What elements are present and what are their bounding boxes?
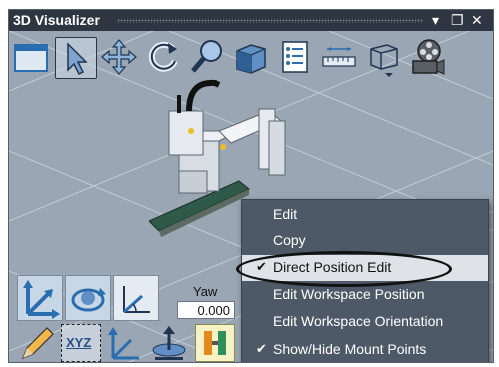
maximize-icon[interactable]: ❐ — [451, 12, 464, 29]
axes-move-icon — [23, 280, 60, 319]
menu-item-show-hide-mount-points[interactable]: ✔ Show/Hide Mount Points — [242, 337, 488, 362]
axis-transform-cell[interactable] — [17, 275, 63, 321]
select-tool-button[interactable] — [55, 37, 97, 79]
pin-dropdown-icon[interactable]: ▾ — [432, 12, 439, 29]
yaw-label: Yaw — [193, 284, 218, 299]
xyz-label: XYZ — [66, 335, 92, 350]
context-menu: Edit Copy ✔ Direct Position Edit Edit Wo… — [236, 199, 489, 362]
visualizer-window: 3D Visualizer ▾ ❐ ✕ Yaw 0.000 XYZ Edit C… — [8, 9, 494, 363]
axis-angle-tool-icon[interactable] — [105, 324, 145, 362]
checkmark-icon: ✔ — [256, 341, 267, 356]
select-arrow-icon — [67, 42, 88, 76]
align-plane-icon[interactable] — [149, 324, 189, 362]
menu-item-label: Edit — [273, 206, 298, 222]
menu-item-copy[interactable]: Copy — [242, 228, 488, 254]
yaw-value-field[interactable]: 0.000 — [177, 301, 235, 319]
xyz-mode-button[interactable]: XYZ — [61, 324, 101, 362]
menu-item-label: Edit Workspace Orientation — [273, 313, 444, 329]
menu-item-edit-workspace-orientation[interactable]: Edit Workspace Orientation — [242, 309, 488, 335]
rotation-gizmo-cell[interactable] — [65, 275, 111, 321]
film-reel-icon[interactable] — [407, 37, 447, 77]
pan-move-icon[interactable] — [99, 37, 139, 77]
angle-axes-icon — [123, 286, 150, 314]
menu-item-label: Edit Workspace Position — [273, 286, 425, 302]
rotation-gizmo-icon — [71, 288, 106, 312]
3d-viewport[interactable]: Yaw 0.000 XYZ Edit Copy ✔ Direct Positio… — [9, 31, 493, 362]
measure-ruler-icon[interactable] — [319, 37, 359, 77]
menu-item-label: Copy — [273, 232, 306, 248]
pencil-edit-icon[interactable] — [17, 324, 57, 362]
wireframe-box-icon[interactable] — [363, 37, 403, 77]
mount-point-button[interactable] — [195, 324, 235, 362]
menu-item-label: Show/Hide Mount Points — [273, 341, 427, 357]
mount-bracket-icon — [204, 331, 226, 355]
view-window-icon[interactable] — [11, 37, 51, 77]
menu-item-edit-workspace-position[interactable]: Edit Workspace Position — [242, 282, 488, 308]
title-grip[interactable] — [117, 19, 423, 23]
close-icon[interactable]: ✕ — [471, 12, 483, 29]
menu-item-direct-position-edit[interactable]: ✔ Direct Position Edit — [236, 251, 488, 287]
menu-item-edit[interactable]: Edit — [242, 202, 488, 228]
angle-gizmo-cell[interactable] — [113, 275, 159, 321]
window-title: 3D Visualizer — [13, 12, 100, 28]
title-bar: 3D Visualizer ▾ ❐ ✕ — [9, 10, 493, 31]
